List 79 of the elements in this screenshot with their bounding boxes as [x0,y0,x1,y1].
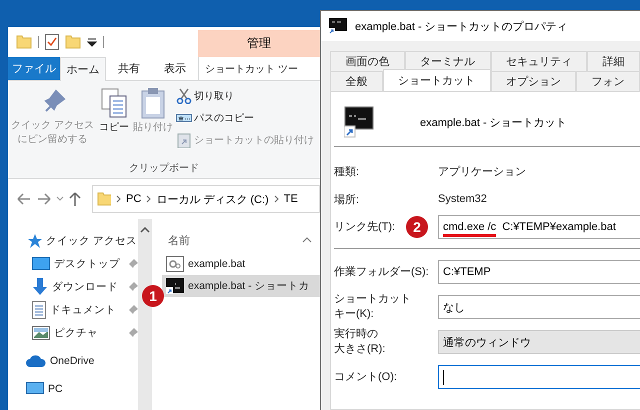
ribbon-tab[interactable]: ホーム [60,57,106,81]
input-field[interactable]: なし [438,295,640,319]
ribbon-button[interactable]: 切り取り [176,87,314,105]
chevron-icon [146,195,152,203]
input-field[interactable] [438,365,640,389]
tab[interactable]: ショートカット [382,69,490,91]
breadcrumb[interactable]: PC [126,193,142,205]
column-title: 名前 [168,234,190,248]
scroll-up-icon[interactable] [140,227,150,233]
field-label: 作業フォルダー(S): [334,264,429,280]
dropdown[interactable]: 通常のウィンドウ [438,330,640,354]
window-title: example.bat - ショートカットのプロパティ [355,20,568,34]
ribbon-button[interactable]: パスのコピー [176,109,314,127]
scissors-icon [176,88,192,104]
checkmark-document-icon[interactable] [45,34,59,50]
breadcrumb[interactable]: TE [284,193,298,205]
number-badge: 2 [406,216,428,238]
tab[interactable]: 画面の色 [330,51,405,71]
field-value: System32 [438,193,487,205]
tab[interactable]: 詳細 [587,51,640,71]
nav-item[interactable]: ダウンロード [26,275,138,298]
shortcut-name: example.bat - ショートカット [420,116,567,130]
sort-caret-icon [302,237,312,243]
ribbon-tab[interactable]: 表示 [152,57,198,80]
field-value: アプリケーション [438,164,526,178]
ribbon-tab[interactable]: 共有 [106,57,152,80]
chevron-icon [116,195,121,203]
ribbon-button[interactable]: コピー [98,85,130,157]
forward-arrow-icon[interactable] [36,192,52,206]
copy-icon [99,87,129,119]
monitor-icon [32,256,50,270]
breadcrumb[interactable]: ローカル ディスク (C:) [156,192,269,206]
field-label: キー(K): [334,307,374,322]
file-name: example.bat - ショートカ [188,279,310,293]
field-label: ショートカット [334,292,411,307]
console-icon [166,278,184,294]
chevron-icon [274,195,279,203]
tab[interactable]: フォン [576,71,640,91]
up-arrow-icon[interactable] [68,191,82,207]
nav-item[interactable]: OneDrive [26,349,138,372]
console-icon [329,18,347,34]
picture-icon [32,326,50,340]
scrollbar[interactable] [138,219,152,410]
input-field[interactable]: cmd.exe /c C:¥TEMP¥example.bat [438,215,640,239]
file-menu-tab[interactable]: ファイル [8,57,60,80]
group-label: クリップボード [129,162,199,175]
monitor-icon [26,382,44,396]
caret-icon[interactable] [56,196,64,202]
cloud-icon [26,354,46,368]
address-bar[interactable]: PC ローカル ディスク (C:) TE [92,185,320,213]
nav-item[interactable]: ピクチャ [26,321,138,344]
tab[interactable]: オプション [490,71,576,91]
field-label: リンク先(T): [334,220,396,234]
folder-icon [97,191,111,207]
file-item[interactable]: example.bat - ショートカ [162,275,320,297]
input-field[interactable]: C:¥TEMP [438,260,640,284]
nav-item[interactable]: PC [26,377,138,400]
file-name: example.bat [188,258,246,270]
down-arrow-icon [32,278,48,296]
tab[interactable]: 全般 [330,71,383,91]
field-label: 種類: [334,164,360,178]
clipboard-icon [176,132,192,148]
context-tab-header: 管理 [198,30,320,57]
file-item[interactable]: example.bat [162,253,320,275]
back-arrow-icon[interactable] [16,192,32,206]
field-label: 実行時の [334,327,378,342]
dropdown-icon[interactable] [87,37,97,47]
nav-item[interactable]: デスクトップ [26,252,138,275]
nav-item[interactable]: ドキュメント [26,298,138,321]
field-label: コメント(O): [334,370,397,384]
tab[interactable]: セキュリティ [490,51,588,71]
gear-file-icon [166,256,184,272]
nav-item[interactable]: クイック アクセス [26,229,138,252]
field-label: 場所: [334,192,360,206]
column-header[interactable]: 名前 [162,227,320,253]
console-icon [344,106,374,138]
field-label: 大きさ(R): [334,342,386,357]
star-icon [26,232,42,248]
document-icon [32,300,46,318]
